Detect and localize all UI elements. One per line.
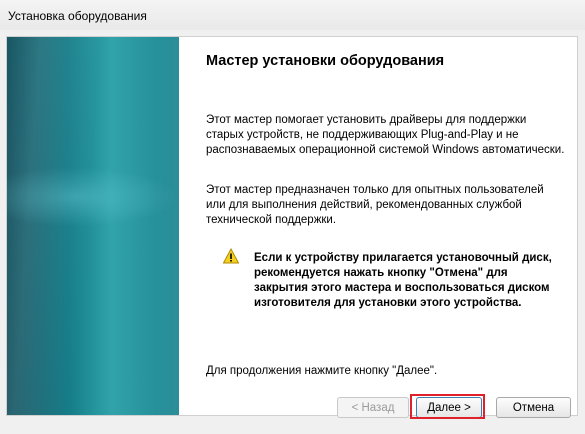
warning-icon bbox=[222, 247, 240, 264]
intro-paragraph: Этот мастер помогает установить драйверы… bbox=[206, 114, 565, 156]
back-button[interactable]: < Назад bbox=[337, 397, 409, 418]
title-bar: Установка оборудования bbox=[0, 0, 585, 31]
cancel-button[interactable]: Отмена bbox=[496, 397, 571, 418]
wizard-banner-image bbox=[7, 37, 179, 415]
next-button-highlight bbox=[410, 394, 485, 419]
wizard-window: Мастер установки оборудования Этот масте… bbox=[0, 30, 585, 434]
window-title: Установка оборудования bbox=[8, 9, 147, 23]
wizard-content: Мастер установки оборудования Этот масте… bbox=[6, 36, 578, 416]
continue-hint: Для продолжения нажмите кнопку "Далее". bbox=[206, 365, 438, 377]
wizard-heading: Мастер установки оборудования bbox=[206, 53, 445, 69]
warning-text: Если к устройству прилагается установочн… bbox=[254, 252, 552, 309]
audience-paragraph: Этот мастер предназначен только для опыт… bbox=[206, 184, 544, 226]
